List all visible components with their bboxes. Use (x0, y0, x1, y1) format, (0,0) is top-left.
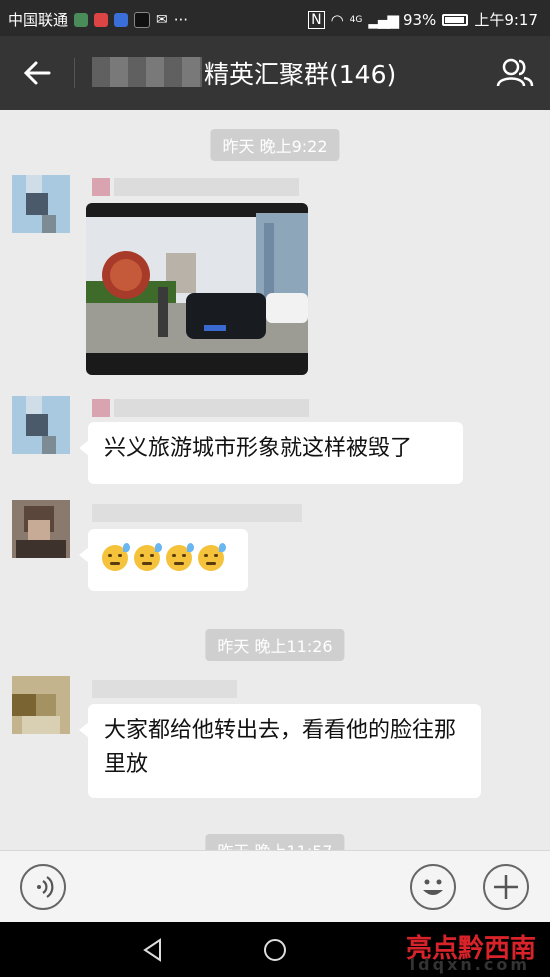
clock: 上午9:17 (474, 11, 538, 29)
blurred-sender-name (92, 399, 309, 417)
app-notification-icon (74, 12, 89, 27)
chat-messages[interactable]: 昨天 晚上9:22 兴义旅游城市形象就这样被毁了 昨天 晚上11:26 大家都给… (0, 110, 550, 850)
nav-back-icon[interactable] (140, 937, 166, 963)
message-text: 大家都给他转出去，看看他的脸往那里放 (104, 718, 457, 777)
nav-home-icon[interactable] (262, 937, 288, 963)
blurred-sender-name (92, 680, 237, 698)
header-divider (74, 58, 75, 88)
signal-type-label: 4G (349, 14, 363, 25)
baidu-icon (114, 12, 129, 27)
blurred-group-name (92, 57, 202, 87)
sweat-emoji-icon (198, 543, 226, 571)
battery-icon (442, 13, 469, 26)
message-bubble[interactable]: 大家都给他转出去，看看他的脸往那里放 (79, 704, 481, 798)
mail-icon: ✉ (156, 11, 168, 28)
group-members-icon (496, 58, 534, 87)
sweat-emoji-icon (166, 543, 194, 571)
chat-title: 精英汇聚群(146) (204, 60, 397, 89)
status-bar: 中国联通 ✉ ··· N ◠ 4G ▂▄▆ 93% 上午9:17 (0, 0, 550, 36)
message-bubble[interactable]: 兴义旅游城市形象就这样被毁了 (79, 422, 463, 484)
timestamp-1: 昨天 晚上9:22 (210, 129, 340, 161)
emoji-message-bubble[interactable] (79, 529, 248, 591)
system-nav-bar: 亮点黔西南 ldqxn.com (0, 922, 550, 977)
voice-button[interactable] (20, 864, 66, 910)
blurred-sender-name (92, 178, 299, 196)
more-notifications-icon: ··· (173, 10, 189, 29)
voice-icon (37, 876, 54, 898)
avatar[interactable] (12, 175, 70, 233)
input-bar (0, 850, 550, 923)
plus-icon (494, 875, 518, 899)
avatar[interactable] (12, 500, 70, 558)
wifi-icon: ◠ (330, 10, 344, 29)
watermark-domain: ldqxn.com (409, 955, 530, 974)
back-button[interactable] (16, 52, 58, 94)
arrow-left-icon (23, 61, 51, 85)
timestamp-3: 昨天 晚上11:57 (205, 834, 345, 850)
image-message[interactable] (86, 203, 308, 375)
sweat-emoji-icon (102, 543, 130, 571)
chat-header: 精英汇聚群(146) (0, 36, 550, 110)
tiktok-icon (134, 11, 151, 28)
group-members-button[interactable] (494, 52, 536, 94)
sweat-emoji-icon (134, 543, 162, 571)
emoji-icon (423, 879, 443, 895)
battery-percent: 93% (402, 10, 437, 29)
signal-icon: ▂▄▆ (368, 10, 399, 29)
more-button[interactable] (483, 864, 529, 910)
message-text: 兴义旅游城市形象就这样被毁了 (104, 436, 413, 461)
avatar[interactable] (12, 676, 70, 734)
car-road-photo (86, 203, 308, 375)
nfc-icon: N (308, 10, 325, 29)
timestamp-2: 昨天 晚上11:26 (205, 629, 345, 661)
carrier-label: 中国联通 (8, 11, 69, 29)
blurred-sender-name (92, 504, 302, 522)
emoji-button[interactable] (410, 864, 456, 910)
avatar[interactable] (12, 396, 70, 454)
weibo-icon (94, 12, 109, 27)
